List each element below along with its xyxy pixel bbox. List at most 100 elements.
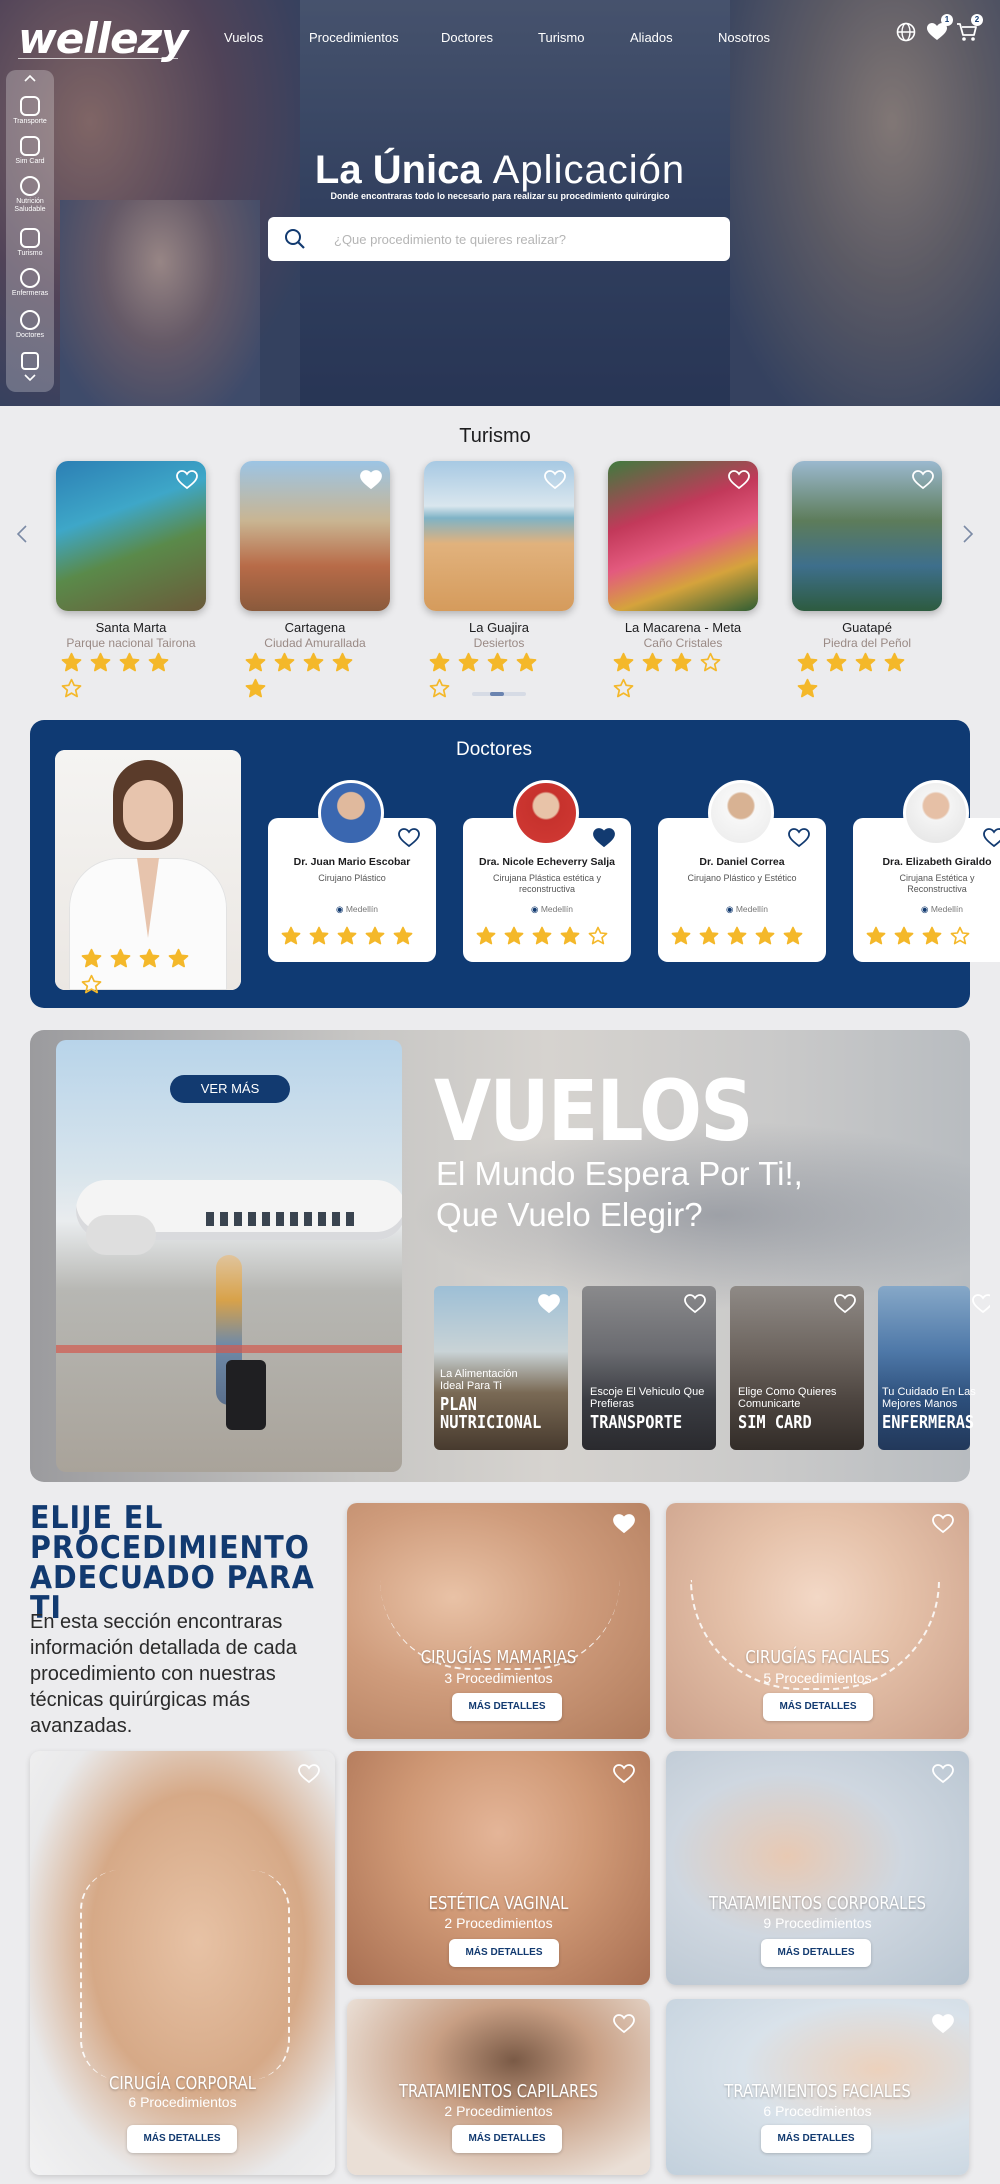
sidebar-item-turismo[interactable]: Turismo <box>6 228 54 258</box>
heart-icon[interactable] <box>788 828 810 848</box>
more-details-button[interactable]: MÁS DETALLES <box>761 1939 871 1967</box>
doctor-avatar <box>708 780 774 846</box>
tourism-name: Cartagena <box>284 620 346 635</box>
star-filled-icon <box>797 652 818 672</box>
heart-icon[interactable] <box>684 1294 706 1314</box>
rating-stars <box>281 926 421 948</box>
star-filled-icon <box>337 926 357 945</box>
star-filled-icon <box>476 926 496 945</box>
flights-title: VUELOS <box>434 1062 753 1160</box>
doctor-specialty: Cirujana Plástica estética y reconstruct… <box>492 873 602 894</box>
more-details-button[interactable]: MÁS DETALLES <box>452 1693 562 1721</box>
chevron-down-icon[interactable] <box>24 374 36 382</box>
star-filled-icon <box>727 926 747 945</box>
star-filled-icon <box>504 926 524 945</box>
star-empty-icon <box>81 974 102 994</box>
service-caption: La Alimentación Ideal Para Ti <box>440 1368 518 1392</box>
flight-photo[interactable] <box>56 1040 402 1472</box>
chevron-left-icon[interactable] <box>16 524 28 544</box>
heart-icon[interactable] <box>176 470 198 490</box>
procedure-name: CIRUGÍAS MAMARIAS <box>420 1647 577 1668</box>
more-details-button[interactable]: MÁS DETALLES <box>763 1693 873 1721</box>
cart-badge: 2 <box>971 14 983 26</box>
nav-nosotros[interactable]: Nosotros <box>718 30 770 45</box>
star-filled-icon <box>393 926 413 945</box>
heart-icon[interactable] <box>932 1514 954 1534</box>
more-details-button[interactable]: MÁS DETALLES <box>452 2125 562 2153</box>
sidebar-item-transporte[interactable]: Transporte <box>6 96 54 126</box>
ver-mas-button[interactable]: VER MÁS <box>170 1075 290 1103</box>
location-pin-icon: ◉ <box>531 904 539 914</box>
service-caption: Escoje El Vehiculo Que Prefieras <box>590 1386 705 1410</box>
heart-icon[interactable] <box>912 470 934 490</box>
doctor-avatar <box>513 780 579 846</box>
more-details-button[interactable]: MÁS DETALLES <box>449 1939 559 1967</box>
rating-stars <box>245 652 385 698</box>
heart-icon[interactable] <box>538 1294 560 1314</box>
more-details-button[interactable]: MÁS DETALLES <box>761 2125 871 2153</box>
star-empty-icon <box>700 652 721 672</box>
rating-stars <box>797 652 937 698</box>
heart-icon[interactable] <box>613 2014 635 2034</box>
heart-icon[interactable] <box>613 1514 635 1534</box>
more-details-button[interactable]: MÁS DETALLES <box>127 2125 237 2153</box>
chevron-up-icon[interactable] <box>24 74 36 82</box>
carousel-pagination[interactable] <box>472 692 526 696</box>
star-filled-icon <box>884 652 905 672</box>
nav-vuelos[interactable]: Vuelos <box>224 30 263 45</box>
star-filled-icon <box>245 652 266 672</box>
doctor-name: Dra. Nicole Echeverry Salja <box>479 856 615 868</box>
tourism-subtitle: Piedra del Peñol <box>822 636 912 650</box>
heart-icon[interactable] <box>932 2014 954 2034</box>
globe-icon[interactable] <box>896 22 916 42</box>
search-input[interactable]: ¿Que procedimiento te quieres realizar? <box>334 232 566 247</box>
doctor-location: ◉ Medellín <box>336 904 378 914</box>
nav-doctores[interactable]: Doctores <box>441 30 493 45</box>
procedure-name: CIRUGÍAS FACIALES <box>745 1647 890 1668</box>
sidebar-item-doctores[interactable]: Doctores <box>6 310 54 340</box>
heart-icon[interactable] <box>544 470 566 490</box>
procedure-count: 2 Procedimientos <box>444 1915 553 1931</box>
star-filled-icon <box>671 926 691 945</box>
heart-icon[interactable] <box>593 828 615 848</box>
favorites-badge: 1 <box>941 14 953 26</box>
doctor-location: ◉ Medellín <box>921 904 963 914</box>
nav-aliados[interactable]: Aliados <box>630 30 673 45</box>
star-filled-icon <box>866 926 886 945</box>
plus-icon[interactable] <box>21 352 39 370</box>
heart-icon[interactable] <box>932 1764 954 1784</box>
star-filled-icon <box>613 652 634 672</box>
star-filled-icon <box>487 652 508 672</box>
nav-procedimientos[interactable]: Procedimientos <box>309 30 399 45</box>
heart-icon[interactable] <box>728 470 750 490</box>
tourism-subtitle: Parque nacional Tairona <box>66 636 196 650</box>
star-filled-icon <box>365 926 385 945</box>
heart-icon[interactable] <box>298 1764 320 1784</box>
tourism-name: La Macarena - Meta <box>624 620 742 635</box>
star-filled-icon <box>826 652 847 672</box>
service-title: SIM CARD <box>738 1412 812 1433</box>
star-filled-icon <box>119 652 140 672</box>
procedure-name: TRATAMIENTOS FACIALES <box>724 2081 911 2102</box>
chevron-right-icon[interactable] <box>962 524 974 544</box>
nav-turismo[interactable]: Turismo <box>538 30 584 45</box>
wellezy-logo[interactable]: wellezy <box>18 14 188 63</box>
star-filled-icon <box>148 652 169 672</box>
star-empty-icon <box>61 678 82 698</box>
heart-icon[interactable] <box>834 1294 856 1314</box>
tourism-subtitle: Ciudad Amurallada <box>264 636 366 650</box>
doctor-specialty: Cirujano Plástico y Estético <box>687 873 797 883</box>
procedure-name: CIRUGÍA CORPORAL <box>109 2073 256 2094</box>
hero-subtitle: Donde encontraras todo lo necesario para… <box>330 191 670 201</box>
heart-icon[interactable] <box>983 828 1000 848</box>
search-icon[interactable] <box>284 228 306 250</box>
star-filled-icon <box>855 652 876 672</box>
star-empty-icon <box>950 926 970 945</box>
heart-icon[interactable] <box>360 470 382 490</box>
sidebar-item-enfermeras[interactable]: Enfermeras <box>6 268 54 298</box>
heart-icon[interactable] <box>398 828 420 848</box>
heart-icon[interactable] <box>613 1764 635 1784</box>
rating-stars <box>866 926 1000 948</box>
heart-icon[interactable] <box>972 1294 990 1314</box>
service-title: TRANSPORTE <box>590 1412 683 1433</box>
